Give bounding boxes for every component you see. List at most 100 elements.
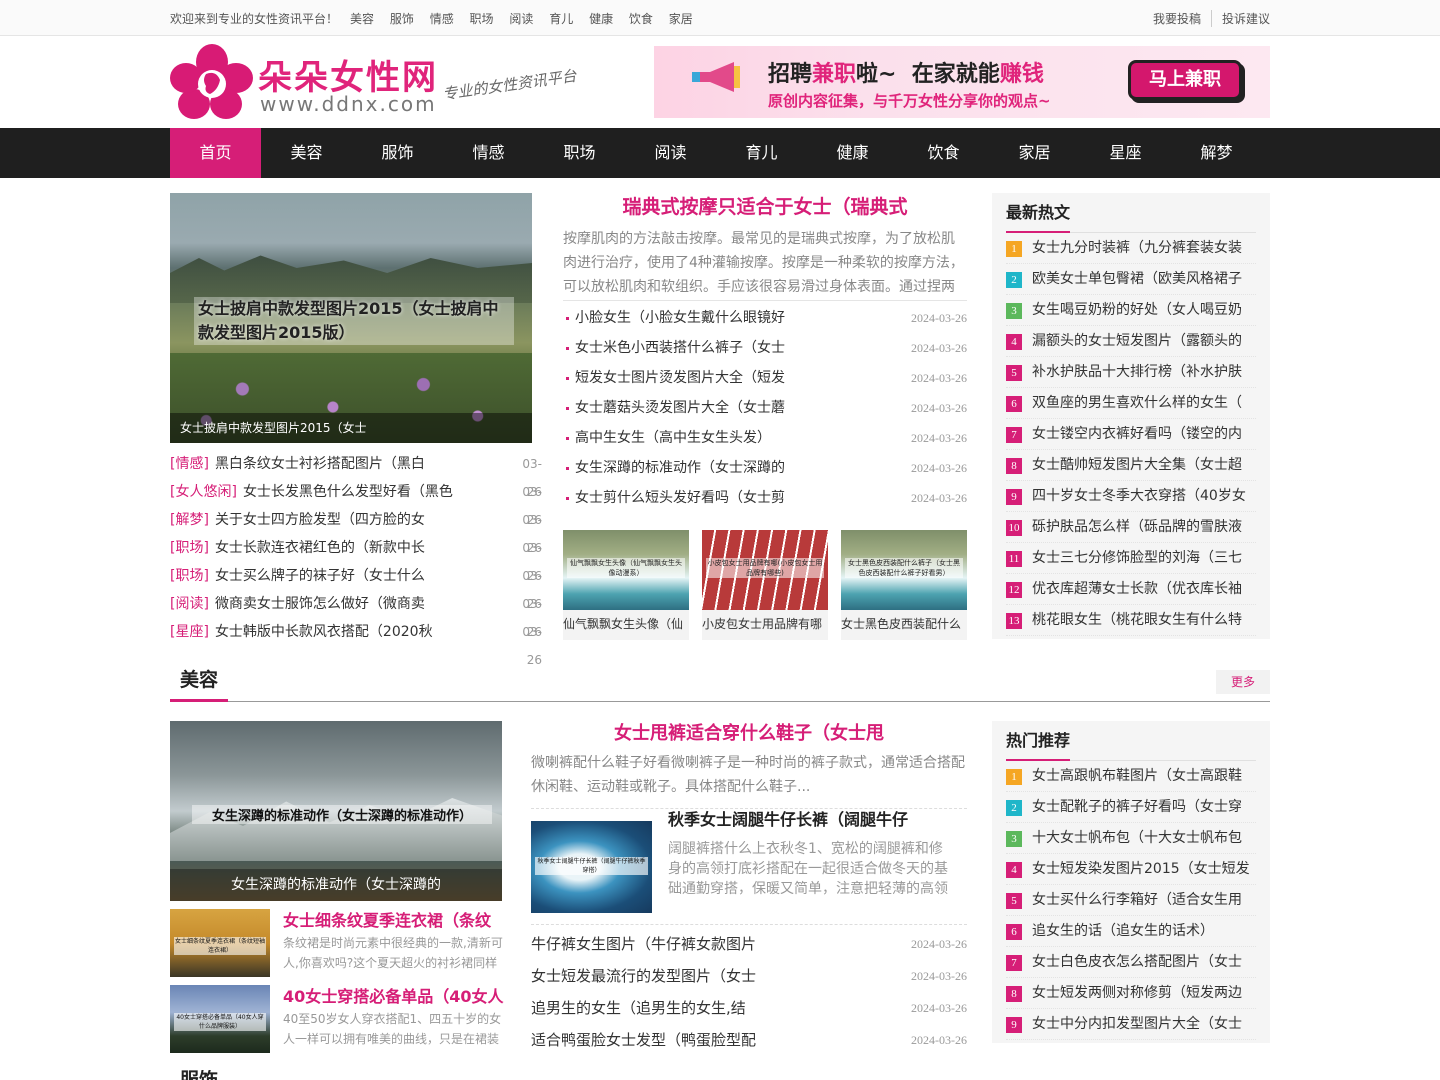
list-item-title[interactable]: 砾护肤品怎么样（砾品牌的雪肤液 — [1032, 512, 1256, 542]
list-item[interactable]: 9 四十岁女士冬季大衣穿搭（40岁女 — [1006, 481, 1256, 512]
nav-beauty[interactable]: 美容 — [261, 128, 352, 178]
list-item-title[interactable]: 女士镂空内衣裤好看吗（镂空的内 — [1032, 419, 1256, 449]
list-item[interactable]: 7 女士镂空内衣裤好看吗（镂空的内 — [1006, 419, 1256, 450]
list-item[interactable]: 女士短发最流行的发型图片（女士 2024-03-26 — [531, 960, 967, 992]
nav-food[interactable]: 饮食 — [898, 128, 989, 178]
list-item-title[interactable]: 女士配靴子的裤子好看吗（女士穿 — [1032, 792, 1256, 822]
list-item-title[interactable]: 女士三七分修饰脸型的刘海（三七 — [1032, 543, 1256, 573]
join-now-button[interactable]: 马上兼职 — [1128, 60, 1242, 100]
list-item-title[interactable]: 微商卖女士服饰怎么做好（微商卖 — [215, 590, 510, 618]
list-item-title[interactable]: 女生喝豆奶粉的好处（女人喝豆奶 — [1032, 295, 1256, 325]
list-item[interactable]: 3 女生喝豆奶粉的好处（女人喝豆奶 — [1006, 295, 1256, 326]
list-item[interactable]: [解梦] 关于女士四方脸发型（四方脸的女 03-26 — [170, 506, 542, 555]
list-item[interactable]: 2 欧美女士单包臀裙（欧美风格裙子 — [1006, 264, 1256, 295]
list-item[interactable]: 4 漏额头的女士短发图片（露额头的 — [1006, 326, 1256, 357]
list-item[interactable]: 牛仔裤女生图片（牛仔裤女款图片 2024-03-26 — [531, 928, 967, 960]
top-link-parenting[interactable]: 育儿 — [549, 12, 573, 26]
list-item-title[interactable]: 女士长款连衣裙红色的（新款中长 — [215, 534, 510, 562]
list-item-title[interactable]: 漏额头的女士短发图片（露额头的 — [1032, 326, 1256, 356]
list-item-category[interactable]: [星座] — [170, 618, 209, 646]
thumbnail-title[interactable]: 女士黑色皮西装配什么 — [841, 610, 967, 638]
list-item-title[interactable]: 关于女士四方脸发型（四方脸的女 — [215, 506, 510, 534]
thumbnail-card[interactable]: 仙气飘飘女生头像（仙气飘飘女生头像动漫系） 仙气飘飘女生头像（仙 — [563, 530, 689, 640]
list-item-category[interactable]: [女人悠闲] — [170, 478, 237, 506]
more-button[interactable]: 更多 — [1216, 670, 1270, 694]
mini-article-image[interactable]: 40女士穿搭必备单品（40女人穿什么品牌服装） — [170, 985, 270, 1053]
list-item-title[interactable]: 优衣库超薄女士长款（优衣库长袖 — [1032, 574, 1256, 604]
nav-reading[interactable]: 阅读 — [625, 128, 716, 178]
feature-caption[interactable]: 女生深蹲的标准动作（女士深蹲的 — [170, 869, 502, 901]
top-link-career[interactable]: 职场 — [470, 12, 494, 26]
thumbnail-image[interactable]: 女士黑色皮西装配什么裤子（女士黑色皮西装配什么裤子好看男） — [841, 530, 967, 610]
top-link-fashion[interactable]: 服饰 — [390, 12, 414, 26]
list-item[interactable]: 6 双鱼座的男生喜欢什么样的女生（ — [1006, 388, 1256, 419]
list-item-title[interactable]: 追女生的话（追女生的话术） — [1032, 916, 1256, 946]
list-item-title[interactable]: 女士蘑菇头烫发图片大全（女士蘑 — [575, 393, 911, 423]
list-item-title[interactable]: 四十岁女士冬季大衣穿搭（40岁女 — [1032, 481, 1256, 511]
focus-caption[interactable]: 女士披肩中款发型图片2015（女士 — [170, 413, 532, 443]
list-item-category[interactable]: [阅读] — [170, 590, 209, 618]
list-item-title[interactable]: 双鱼座的男生喜欢什么样的女生（ — [1032, 388, 1256, 418]
list-item-title[interactable]: 女士短发两侧对称修剪（短发两边 — [1032, 978, 1256, 1008]
list-item[interactable]: [情感] 黑白条纹女士衬衫搭配图片（黑白 03-26 — [170, 450, 542, 499]
list-item[interactable]: 女士蘑菇头烫发图片大全（女士蘑 2024-03-26 — [563, 393, 967, 423]
site-logo[interactable]: 朵朵女性网 www.ddnx.com 专业的女性资讯平台 — [170, 44, 590, 120]
list-item-title[interactable]: 女士剪什么短头发好看吗（女士剪 — [575, 483, 911, 513]
section-title[interactable]: 美容 — [170, 664, 229, 702]
featured-article-image[interactable]: 秋季女士阔腿牛仔长裤（阔腿牛仔裤秋季穿搭） — [531, 821, 652, 913]
list-item[interactable]: [职场] 女士长款连衣裙红色的（新款中长 03-26 — [170, 534, 542, 583]
list-item[interactable]: [女人悠闲] 女士长发黑色什么发型好看（黑色 03-26 — [170, 478, 542, 527]
list-item-title[interactable]: 女士买什么行李箱好（适合女生用 — [1032, 885, 1256, 915]
recruit-banner[interactable]: 招聘兼职啦~ 在家就能赚钱 原创内容征集，与千万女性分享你的观点~ 马上兼职 — [654, 46, 1270, 118]
list-item-title[interactable]: 补水护肤品十大排行榜（补水护肤 — [1032, 357, 1256, 387]
submit-article-link[interactable]: 我要投稿 — [1143, 10, 1211, 27]
list-item[interactable]: 12 优衣库超薄女士长款（优衣库长袖 — [1006, 574, 1256, 605]
list-item[interactable]: 1 女士九分时装裤（九分裤套装女装 — [1006, 233, 1256, 264]
list-item[interactable]: 小脸女生（小脸女生戴什么眼镜好 2024-03-26 — [563, 303, 967, 333]
nav-career[interactable]: 职场 — [534, 128, 625, 178]
focus-image[interactable]: 女士披肩中款发型图片2015（女士披肩中款发型图片2015版） 女士披肩中款发型… — [170, 193, 532, 443]
nav-parenting[interactable]: 育儿 — [716, 128, 807, 178]
list-item-title[interactable]: 女士中分内扣发型图片大全（女士 — [1032, 1009, 1256, 1039]
thumbnail-title[interactable]: 仙气飘飘女生头像（仙 — [563, 610, 689, 638]
headline-title[interactable]: 瑞典式按摩只适合于女士（瑞典式 — [563, 193, 967, 221]
list-item[interactable]: 5 女士买什么行李箱好（适合女生用 — [1006, 885, 1256, 916]
list-item-title[interactable]: 女士高跟帆布鞋图片（女士高跟鞋 — [1032, 761, 1256, 791]
section-headline-title[interactable]: 女士甩裤适合穿什么鞋子（女士甩 — [531, 721, 967, 747]
thumbnail-card[interactable]: 小皮包女士用品牌有哪(小皮包女士用品牌有哪些) 小皮包女士用品牌有哪 — [702, 530, 828, 640]
list-item-title[interactable]: 短发女士图片烫发图片大全（短发 — [575, 363, 911, 393]
mini-article-title[interactable]: 女士细条纹夏季连衣裙（条纹 — [283, 907, 513, 931]
list-item[interactable]: 女生深蹲的标准动作（女士深蹲的 2024-03-26 — [563, 453, 967, 483]
mini-article[interactable]: 女士细条纹夏季连衣裙（条纹短袖连衣裙） 女士细条纹夏季连衣裙（条纹 条纹裙是时尚… — [170, 909, 510, 977]
list-item-title[interactable]: 适合鸭蛋脸女士发型（鸭蛋脸型配 — [531, 1024, 911, 1056]
list-item[interactable]: 短发女士图片烫发图片大全（短发 2024-03-26 — [563, 363, 967, 393]
list-item[interactable]: 13 桃花眼女生（桃花眼女生有什么特 — [1006, 605, 1256, 636]
list-item-category[interactable]: [职场] — [170, 534, 209, 562]
list-item[interactable]: 女士剪什么短头发好看吗（女士剪 2024-03-26 — [563, 483, 967, 513]
nav-home-living[interactable]: 家居 — [989, 128, 1080, 178]
list-item-title[interactable]: 高中生女生（高中生女生头发） — [575, 423, 911, 453]
list-item-category[interactable]: [解梦] — [170, 506, 209, 534]
list-item[interactable]: 6 追女生的话（追女生的话术） — [1006, 916, 1256, 947]
section-feature-image[interactable]: 女生深蹲的标准动作（女士深蹲的标准动作） 女生深蹲的标准动作（女士深蹲的 — [170, 721, 502, 901]
complaint-link[interactable]: 投诉建议 — [1210, 9, 1270, 27]
list-item[interactable]: 女士米色小西装搭什么裤子（女士 2024-03-26 — [563, 333, 967, 363]
top-link-beauty[interactable]: 美容 — [350, 12, 374, 26]
list-item[interactable]: 8 女士酷帅短发图片大全集（女士超 — [1006, 450, 1256, 481]
thumbnail-card[interactable]: 女士黑色皮西装配什么裤子（女士黑色皮西装配什么裤子好看男） 女士黑色皮西装配什么 — [841, 530, 967, 640]
list-item[interactable]: 7 女士白色皮衣怎么搭配图片（女士 — [1006, 947, 1256, 978]
mini-article-image[interactable]: 女士细条纹夏季连衣裙（条纹短袖连衣裙） — [170, 909, 270, 977]
next-section-title[interactable]: 服饰 — [180, 1070, 218, 1080]
list-item[interactable]: 1 女士高跟帆布鞋图片（女士高跟鞋 — [1006, 761, 1256, 792]
nav-fashion[interactable]: 服饰 — [352, 128, 443, 178]
list-item[interactable]: 4 女士短发染发图片2015（女士短发 — [1006, 854, 1256, 885]
nav-emotion[interactable]: 情感 — [443, 128, 534, 178]
list-item-title[interactable]: 小脸女生（小脸女生戴什么眼镜好 — [575, 303, 911, 333]
thumbnail-title[interactable]: 小皮包女士用品牌有哪 — [702, 610, 828, 638]
list-item[interactable]: [职场] 女士买么牌子的袜子好（女士什么 03-26 — [170, 562, 542, 611]
nav-dream[interactable]: 解梦 — [1171, 128, 1262, 178]
list-item[interactable]: 高中生女生（高中生女生头发） 2024-03-26 — [563, 423, 967, 453]
top-link-reading[interactable]: 阅读 — [509, 12, 533, 26]
list-item-title[interactable]: 女士米色小西装搭什么裤子（女士 — [575, 333, 911, 363]
list-item-title[interactable]: 女士短发最流行的发型图片（女士 — [531, 960, 911, 992]
